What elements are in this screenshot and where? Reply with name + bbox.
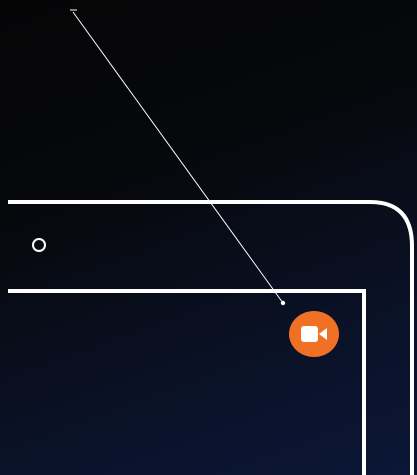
pointer-dot <box>280 300 286 306</box>
front-camera-icon <box>32 238 46 252</box>
video-camera-icon <box>301 326 327 342</box>
device-frame-edge <box>8 200 414 475</box>
video-camera-badge <box>289 311 339 357</box>
tablet-illustration <box>0 0 417 475</box>
pointer-line <box>70 9 286 306</box>
device-outline <box>8 9 414 475</box>
